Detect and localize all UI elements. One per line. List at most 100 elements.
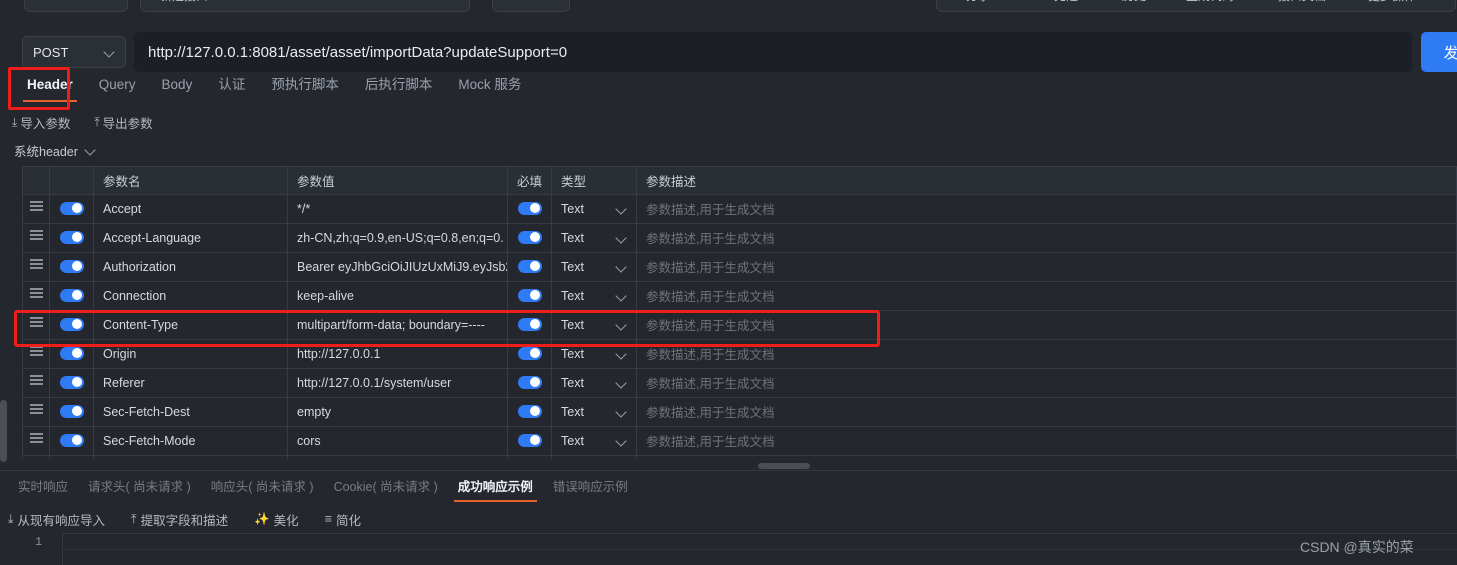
row-required-toggle[interactable]: [517, 433, 542, 447]
import-params-button[interactable]: ⤓ 导入参数: [12, 113, 70, 132]
param-type-select[interactable]: Text: [551, 426, 637, 456]
row-required-toggle[interactable]: [517, 259, 542, 273]
top-save-chip[interactable]: [492, 0, 570, 12]
tab-response-headers[interactable]: 响应头( 尚未请求 ): [201, 475, 324, 499]
row-drag-handle[interactable]: [22, 368, 50, 398]
row-enabled-toggle[interactable]: [59, 346, 84, 360]
param-type-select[interactable]: Text: [551, 368, 637, 398]
top-action-clone[interactable]: 克隆: [1054, 0, 1078, 4]
row-drag-handle[interactable]: [22, 252, 50, 282]
param-name-cell[interactable]: Origin: [93, 339, 288, 369]
top-action-gencode[interactable]: 生成代码: [1186, 0, 1234, 4]
param-type-select[interactable]: Text: [551, 397, 637, 427]
row-enabled-toggle[interactable]: [59, 404, 84, 418]
param-type-select[interactable]: Text: [551, 223, 637, 253]
param-type-select[interactable]: Text: [551, 339, 637, 369]
param-value-cell[interactable]: keep-alive: [287, 281, 508, 311]
tab-auth[interactable]: 认证: [205, 70, 258, 100]
param-description-cell[interactable]: 参数描述,用于生成文档: [636, 223, 1457, 253]
horizontal-scrollbar[interactable]: [758, 463, 810, 469]
tab-cookies[interactable]: Cookie( 尚未请求 ): [324, 475, 448, 499]
http-method-select[interactable]: POST: [22, 36, 126, 68]
table-row: Sec-Fetch-Mode cors Text 参数描述,用于生成文档: [22, 426, 1457, 456]
vertical-scrollbar[interactable]: [0, 400, 7, 462]
row-enabled-toggle[interactable]: [59, 201, 84, 215]
param-value-cell[interactable]: empty: [287, 397, 508, 427]
param-name-cell[interactable]: Sec-Fetch-Dest: [93, 397, 288, 427]
row-enabled-toggle[interactable]: [59, 259, 84, 273]
row-enabled-toggle[interactable]: [59, 317, 84, 331]
row-enabled-toggle[interactable]: [59, 288, 84, 302]
top-method-chip[interactable]: [24, 0, 128, 12]
row-drag-handle[interactable]: [22, 194, 50, 224]
param-name-cell[interactable]: Accept-Language: [93, 223, 288, 253]
param-description-cell[interactable]: 参数描述,用于生成文档: [636, 426, 1457, 456]
url-input[interactable]: [134, 32, 1412, 72]
top-action-history[interactable]: 历史: [1122, 0, 1146, 4]
row-enabled-toggle[interactable]: [59, 375, 84, 389]
param-description-cell[interactable]: 参数描述,用于生成文档: [636, 310, 1457, 340]
param-value-cell[interactable]: http://127.0.0.1/system/user: [287, 368, 508, 398]
beautify-button[interactable]: ✨ 美化: [254, 510, 299, 529]
param-description-cell[interactable]: 参数描述,用于生成文档: [636, 397, 1457, 427]
param-name-cell[interactable]: Accept: [93, 194, 288, 224]
tab-request-headers[interactable]: 请求头( 尚未请求 ): [78, 475, 201, 499]
tab-pre-script[interactable]: 预执行脚本: [258, 70, 352, 100]
tab-post-script[interactable]: 后执行脚本: [352, 70, 446, 100]
param-value-cell[interactable]: Bearer eyJhbGciOiJIUzUxMiJ9.eyJsb2: [287, 252, 508, 282]
param-value-cell[interactable]: zh-CN,zh;q=0.9,en-US;q=0.8,en;q=0.: [287, 223, 508, 253]
export-params-button[interactable]: ⤒ 导出参数: [94, 113, 152, 132]
row-drag-handle[interactable]: [22, 339, 50, 369]
import-from-response-button[interactable]: ⤓ 从现有响应导入: [8, 510, 105, 529]
row-required-toggle[interactable]: [517, 201, 542, 215]
row-drag-handle[interactable]: [22, 310, 50, 340]
row-enabled-toggle[interactable]: [59, 230, 84, 244]
tab-query[interactable]: Query: [86, 70, 149, 100]
param-description-cell[interactable]: 参数描述,用于生成文档: [636, 194, 1457, 224]
tab-header[interactable]: Header: [14, 70, 86, 102]
beautify-label: 美化: [273, 513, 299, 528]
param-description-cell[interactable]: 参数描述,用于生成文档: [636, 339, 1457, 369]
param-value-cell[interactable]: multipart/form-data; boundary=----: [287, 310, 508, 340]
param-name-cell[interactable]: Referer: [93, 368, 288, 398]
top-action-share[interactable]: 分享: [966, 0, 990, 4]
param-value-cell[interactable]: http://127.0.0.1: [287, 339, 508, 369]
tab-realtime-response[interactable]: 实时响应: [8, 475, 78, 499]
top-action-apidoc[interactable]: 接口文档: [1278, 0, 1326, 4]
top-action-more[interactable]: 更多操作: [1368, 0, 1416, 4]
row-drag-handle[interactable]: [22, 223, 50, 253]
param-name-cell[interactable]: Content-Type: [93, 310, 288, 340]
response-example-editor[interactable]: 1: [0, 532, 1457, 565]
send-button[interactable]: 发: [1421, 32, 1457, 72]
param-type-select[interactable]: Text: [551, 310, 637, 340]
param-value-cell[interactable]: */*: [287, 194, 508, 224]
param-name-cell[interactable]: Connection: [93, 281, 288, 311]
row-required-toggle[interactable]: [517, 288, 542, 302]
row-drag-handle[interactable]: [22, 426, 50, 456]
param-description-cell[interactable]: 参数描述,用于生成文档: [636, 252, 1457, 282]
tab-body[interactable]: Body: [149, 70, 206, 100]
extract-fields-button[interactable]: ⤒ 提取字段和描述: [131, 510, 228, 529]
row-required-toggle[interactable]: [517, 404, 542, 418]
row-required-toggle[interactable]: [517, 230, 542, 244]
param-type-select[interactable]: Text: [551, 252, 637, 282]
param-type-select[interactable]: Text: [551, 281, 637, 311]
row-drag-handle[interactable]: [22, 397, 50, 427]
row-required-toggle[interactable]: [517, 375, 542, 389]
param-name-cell[interactable]: Authorization: [93, 252, 288, 282]
row-required-toggle[interactable]: [517, 317, 542, 331]
param-type-select[interactable]: Text: [551, 194, 637, 224]
param-value-cell[interactable]: cors: [287, 426, 508, 456]
row-required-toggle[interactable]: [517, 346, 542, 360]
row-drag-handle[interactable]: [22, 281, 50, 311]
param-description-cell[interactable]: 参数描述,用于生成文档: [636, 281, 1457, 311]
tab-mock-service[interactable]: Mock 服务: [445, 70, 534, 100]
tab-error-example[interactable]: 错误响应示例: [543, 475, 638, 499]
simplify-button[interactable]: ≡ 简化: [325, 510, 361, 529]
param-name-cell[interactable]: Sec-Fetch-Mode: [93, 426, 288, 456]
param-type-value: Text: [561, 201, 584, 216]
row-enabled-toggle[interactable]: [59, 433, 84, 447]
tab-success-example[interactable]: 成功响应示例: [448, 475, 543, 502]
param-description-cell[interactable]: 参数描述,用于生成文档: [636, 368, 1457, 398]
system-header-group-toggle[interactable]: 系统header: [14, 141, 96, 160]
